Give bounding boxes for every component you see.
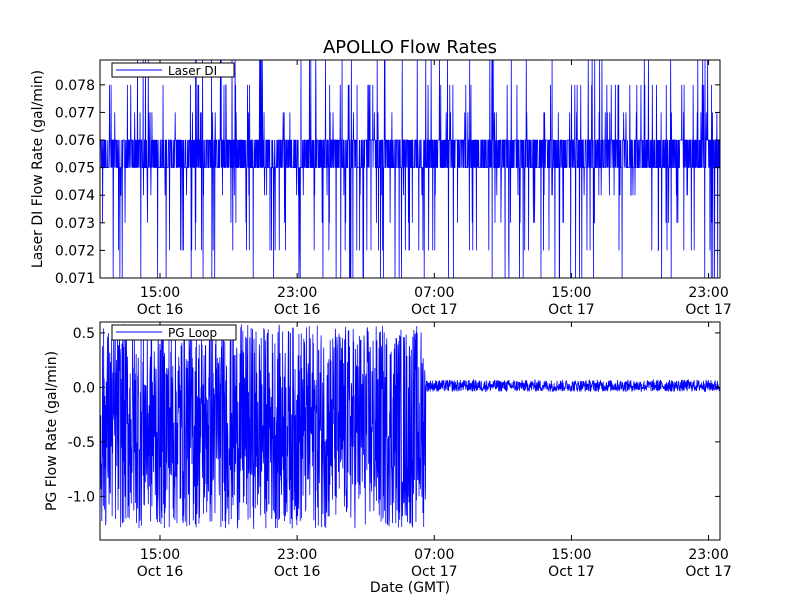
pg-loop-x-tick-time: 23:00: [688, 547, 728, 563]
pg-loop-x-tick-time: 15:00: [140, 547, 180, 563]
laser-di-y-tick-label: 0.072: [55, 243, 95, 259]
laser-di-x-tick-time: 15:00: [140, 285, 180, 301]
laser-di-trace: [100, 60, 720, 278]
pg-loop-legend: PG Loop: [111, 324, 237, 341]
laser-di-x-tick-time: 15:00: [551, 285, 591, 301]
figure-title: APOLLO Flow Rates: [323, 37, 497, 58]
pg-loop-x-tick-date: Oct 17: [685, 564, 731, 580]
pg-loop-x-tick-time: 07:00: [414, 547, 454, 563]
pg-loop-y-tick-label: -1.0: [68, 489, 95, 505]
laser-di-y-tick-label: 0.076: [55, 133, 95, 149]
pg-loop-x-tick-date: Oct 17: [411, 564, 457, 580]
laser-di-y-tick-label: 0.077: [55, 105, 95, 121]
laser-di-x-tick-date: Oct 17: [685, 302, 731, 318]
pg-loop-panel: 0.50.0-0.5-1.0 15:00Oct 1623:00Oct 1607:…: [44, 321, 732, 580]
pg-loop-x-tick-date: Oct 17: [548, 564, 594, 580]
laser-di-x-tick-date: Oct 17: [548, 302, 594, 318]
pg-loop-y-tick-label: 0.0: [73, 380, 95, 396]
pg-loop-y-axis-label: PG Flow Rate (gal/min): [44, 351, 60, 511]
laser-di-series: [100, 60, 720, 278]
pg-loop-legend-label: PG Loop: [168, 326, 217, 340]
laser-di-y-axis-label: Laser DI Flow Rate (gal/min): [30, 70, 46, 268]
pg-loop-x-tick-date: Oct 16: [137, 564, 184, 580]
laser-di-x-tick-date: Oct 17: [411, 302, 457, 318]
laser-di-y-tick-label: 0.073: [55, 216, 95, 232]
laser-di-y-tick-label: 0.071: [55, 271, 95, 287]
figure-canvas: APOLLO Flow Rates 0.0710.0720.0730.0740.…: [30, 37, 732, 596]
laser-di-legend: Laser DI: [111, 62, 235, 78]
x-axis-label: Date (GMT): [370, 580, 450, 596]
laser-di-x-tick-time: 07:00: [414, 285, 454, 301]
laser-di-x-tick-time: 23:00: [688, 285, 728, 301]
laser-di-x-tick-time: 23:00: [277, 285, 317, 301]
laser-di-legend-label: Laser DI: [168, 64, 217, 78]
pg-loop-y-tick-label: 0.5: [73, 326, 95, 342]
pg-loop-y-tick-label: -0.5: [68, 435, 95, 451]
pg-loop-x-tick-date: Oct 16: [274, 564, 321, 580]
laser-di-x-tick-date: Oct 16: [274, 302, 321, 318]
laser-di-y-tick-label: 0.075: [55, 161, 95, 177]
laser-di-y-tick-label: 0.078: [55, 78, 95, 94]
pg-loop-series: [100, 324, 720, 529]
laser-di-y-tick-label: 0.074: [55, 188, 95, 204]
pg-loop-trace: [100, 324, 720, 529]
laser-di-x-tick-date: Oct 16: [137, 302, 184, 318]
pg-loop-x-tick-time: 23:00: [277, 547, 317, 563]
pg-loop-x-tick-time: 15:00: [551, 547, 591, 563]
laser-di-panel: 0.071 0.072 0.073 0.074 0.075 0.076 0.077 0.078…: [30, 59, 732, 318]
